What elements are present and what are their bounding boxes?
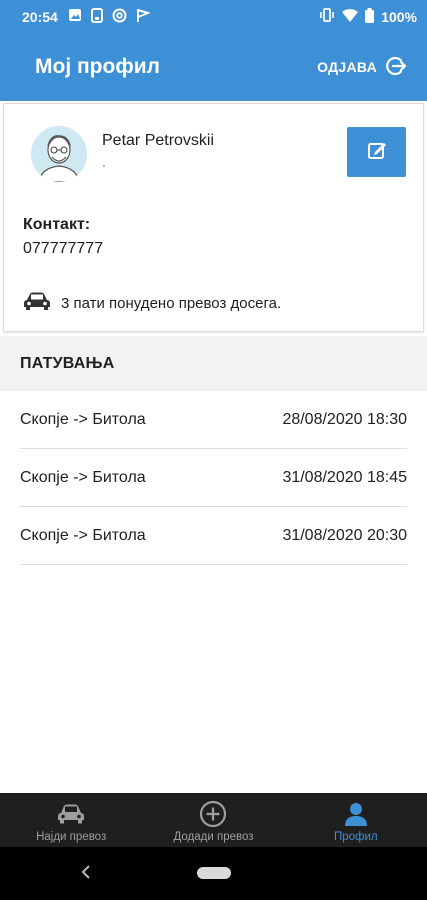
car-icon	[23, 291, 51, 315]
offers-text: 3 пати понудено превоз досега.	[61, 294, 282, 312]
image-icon	[68, 8, 82, 25]
trip-datetime: 31/08/2020 18:45	[282, 468, 407, 486]
trip-row[interactable]: Скопје -> Битола 28/08/2020 18:30	[20, 391, 407, 449]
trips-header: ПАТУВАЊА	[0, 336, 427, 391]
car-icon	[57, 799, 85, 829]
nav-add-ride-label: Додади превоз	[173, 831, 254, 843]
person-icon	[343, 799, 369, 829]
user-subtitle: .	[102, 154, 106, 170]
nav-add-ride[interactable]: Додади превоз	[142, 793, 284, 847]
bottom-nav: Најди превоз Додади превоз Профил	[0, 793, 427, 847]
contact-label: Контакт:	[23, 216, 91, 233]
trip-route: Скопје -> Битола	[20, 526, 146, 544]
logout-label: ОДЈАВА	[317, 59, 377, 75]
status-time: 20:54	[22, 8, 58, 25]
logout-button[interactable]: ОДЈАВА	[317, 55, 407, 80]
edit-profile-button[interactable]	[347, 127, 406, 177]
avatar	[31, 126, 87, 182]
trip-datetime: 28/08/2020 18:30	[282, 410, 407, 428]
trip-route: Скопје -> Битола	[20, 468, 146, 486]
wifi-icon	[342, 8, 359, 25]
profile-card: Petar Petrovskii . Контакт: 077777777 3 …	[3, 103, 424, 332]
trip-route: Скопје -> Битола	[20, 410, 146, 428]
system-nav-bar	[0, 847, 427, 900]
vibrate-icon	[319, 8, 335, 25]
trips-list: Скопје -> Битола 28/08/2020 18:30 Скопје…	[0, 391, 427, 565]
home-button[interactable]	[197, 867, 231, 879]
logout-icon	[385, 55, 407, 80]
page-title: Мој профил	[35, 55, 160, 78]
flag-icon	[136, 8, 151, 26]
add-circle-icon	[199, 799, 227, 829]
at-icon	[112, 8, 127, 26]
trip-row[interactable]: Скопје -> Битола 31/08/2020 20:30	[20, 507, 407, 565]
user-name: Petar Petrovskii	[102, 132, 215, 149]
trip-datetime: 31/08/2020 20:30	[282, 526, 407, 544]
battery-icon	[365, 7, 375, 26]
edit-icon	[366, 139, 388, 166]
trip-row[interactable]: Скопје -> Битола 31/08/2020 18:45	[20, 449, 407, 507]
back-button[interactable]	[80, 863, 92, 886]
offers-info: 3 пати понудено превоз досега.	[23, 291, 281, 315]
nav-find-ride[interactable]: Најди превоз	[0, 793, 142, 847]
app-bar: Мој профил ОДЈАВА	[0, 33, 427, 101]
phone-icon	[90, 7, 103, 26]
nav-profile[interactable]: Профил	[285, 793, 427, 847]
status-bar: 20:54 100%	[0, 0, 427, 33]
nav-find-ride-label: Најди превоз	[36, 831, 107, 843]
contact-value: 077777777	[23, 240, 104, 257]
battery-percent: 100%	[381, 8, 417, 25]
nav-profile-label: Профил	[333, 831, 378, 843]
